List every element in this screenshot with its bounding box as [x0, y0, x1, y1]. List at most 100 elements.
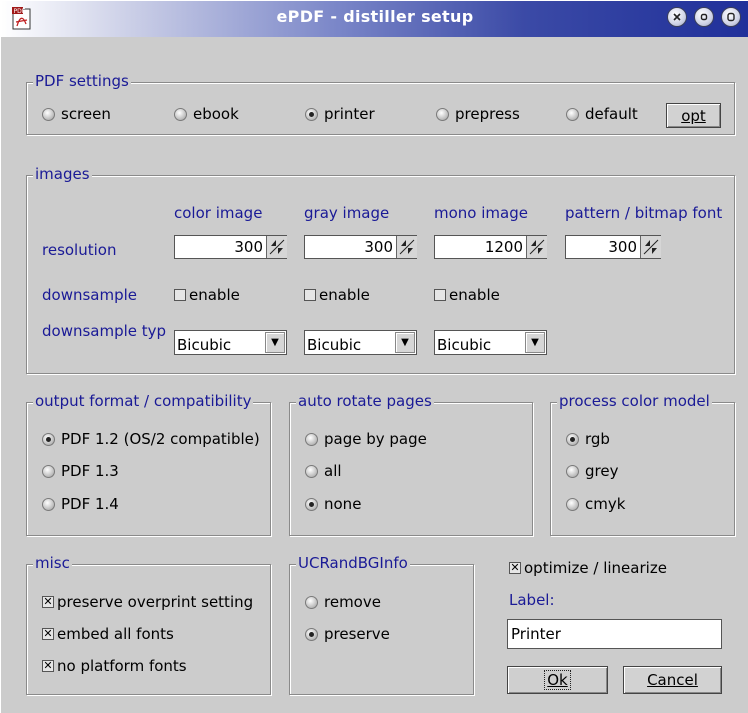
spin-arrows-icon[interactable]: [640, 236, 661, 258]
checkbox-checked-icon[interactable]: ✕: [42, 628, 54, 640]
auto-rotate-radio-page-by-page[interactable]: page by page: [305, 430, 427, 448]
ok-button[interactable]: Ok: [507, 666, 608, 694]
cancel-button[interactable]: Cancel: [623, 666, 722, 694]
radio-indicator[interactable]: [305, 432, 318, 446]
color-model-radio-grey[interactable]: grey: [566, 462, 618, 480]
checkbox-label: enable: [189, 286, 240, 304]
spin-arrows-icon[interactable]: [396, 236, 417, 258]
spin-value[interactable]: 300: [305, 238, 396, 256]
downsample-type-color-select[interactable]: Bicubic ▼: [174, 330, 287, 355]
downsample-type-mono-select[interactable]: Bicubic ▼: [434, 330, 547, 355]
ucr-radio-preserve[interactable]: preserve: [305, 625, 390, 643]
radio-indicator[interactable]: [305, 464, 318, 478]
color-model-radio-rgb[interactable]: rgb: [566, 430, 610, 448]
radio-label: printer: [324, 105, 375, 123]
column-header-pattern-bitmap-font: pattern / bitmap font: [565, 204, 723, 222]
radio-indicator[interactable]: [566, 107, 579, 121]
radio-indicator[interactable]: [566, 464, 579, 478]
output-format-radio-pdf12[interactable]: PDF 1.2 (OS/2 compatible): [42, 430, 260, 448]
output-format-radio-pdf13[interactable]: PDF 1.3: [42, 462, 119, 480]
dropdown-arrow-icon[interactable]: ▼: [395, 332, 415, 353]
radio-indicator[interactable]: [566, 432, 579, 446]
auto-rotate-radio-none[interactable]: none: [305, 495, 361, 513]
cancel-button-label: Cancel: [647, 671, 698, 689]
checkbox-checked-icon[interactable]: ✕: [42, 596, 54, 608]
radio-indicator[interactable]: [436, 107, 449, 121]
resolution-pattern-spinbox[interactable]: 300: [565, 235, 661, 259]
output-format-radio-pdf14[interactable]: PDF 1.4: [42, 495, 119, 513]
pdf-setting-radio-ebook[interactable]: ebook: [174, 105, 239, 123]
select-value: Bicubic: [307, 335, 362, 354]
spin-arrows-icon[interactable]: [526, 236, 547, 258]
radio-indicator[interactable]: [305, 497, 318, 511]
checkbox-checked-icon[interactable]: ✕: [509, 562, 521, 574]
color-model-legend: process color model: [557, 392, 712, 410]
resolution-label: resolution: [42, 241, 117, 259]
spin-value[interactable]: 300: [566, 238, 640, 256]
checkbox-label: optimize / linearize: [524, 559, 667, 577]
radio-label: grey: [585, 462, 619, 480]
ok-button-label: Ok: [544, 670, 571, 690]
title-bar[interactable]: PDF ePDF - distiller setup: [1, 1, 748, 37]
radio-label: prepress: [455, 105, 520, 123]
label-text-input[interactable]: Printer: [507, 619, 722, 649]
checkbox-indicator[interactable]: [174, 289, 186, 301]
pdf-setting-radio-default[interactable]: default: [566, 105, 638, 123]
radio-label: PDF 1.2 (OS/2 compatible): [61, 430, 260, 448]
radio-label: ebook: [193, 105, 239, 123]
radio-label: PDF 1.3: [61, 462, 119, 480]
radio-indicator[interactable]: [42, 497, 55, 511]
auto-rotate-radio-all[interactable]: all: [305, 462, 342, 480]
downsample-type-gray-select[interactable]: Bicubic ▼: [304, 330, 417, 355]
radio-indicator[interactable]: [174, 107, 187, 121]
checkbox-checked-icon[interactable]: ✕: [42, 660, 54, 672]
radio-indicator[interactable]: [42, 107, 55, 121]
pdf-setting-radio-printer[interactable]: printer: [305, 105, 375, 123]
minimize-icon[interactable]: [694, 7, 714, 27]
maximize-icon[interactable]: [721, 7, 741, 27]
window-title: ePDF - distiller setup: [276, 7, 474, 26]
radio-label: PDF 1.4: [61, 495, 119, 513]
optimize-linearize-checkbox[interactable]: ✕ optimize / linearize: [509, 559, 667, 577]
radio-indicator[interactable]: [566, 497, 579, 511]
radio-label: page by page: [324, 430, 427, 448]
color-model-radio-cmyk[interactable]: cmyk: [566, 495, 625, 513]
opt-button-label: opt: [681, 106, 706, 125]
radio-label: remove: [324, 593, 381, 611]
dropdown-arrow-icon[interactable]: ▼: [265, 332, 285, 353]
radio-indicator[interactable]: [305, 595, 318, 609]
distiller-setup-window: PDF ePDF - distiller setup PDF settings …: [0, 0, 748, 713]
checkbox-indicator[interactable]: [434, 289, 446, 301]
pdf-setting-radio-prepress[interactable]: prepress: [436, 105, 520, 123]
preserve-overprint-checkbox[interactable]: ✕ preserve overprint setting: [42, 593, 253, 611]
spin-value[interactable]: 1200: [435, 238, 526, 256]
resolution-mono-spinbox[interactable]: 1200: [434, 235, 547, 259]
label-field-label: Label:: [509, 591, 555, 609]
resolution-gray-spinbox[interactable]: 300: [304, 235, 417, 259]
downsample-color-checkbox[interactable]: enable: [174, 286, 240, 304]
checkbox-indicator[interactable]: [304, 289, 316, 301]
resolution-color-spinbox[interactable]: 300: [174, 235, 287, 259]
radio-indicator[interactable]: [305, 627, 318, 641]
radio-indicator[interactable]: [42, 464, 55, 478]
auto-rotate-legend: auto rotate pages: [296, 392, 434, 410]
ucr-legend: UCRandBGInfo: [296, 554, 410, 572]
pdf-setting-radio-screen[interactable]: screen: [42, 105, 111, 123]
spin-value[interactable]: 300: [175, 238, 266, 256]
downsample-gray-checkbox[interactable]: enable: [304, 286, 370, 304]
no-platform-fonts-checkbox[interactable]: ✕ no platform fonts: [42, 657, 187, 675]
close-icon[interactable]: [667, 7, 687, 27]
images-legend: images: [33, 165, 92, 183]
spin-arrows-icon[interactable]: [266, 236, 287, 258]
radio-indicator[interactable]: [305, 107, 318, 121]
downsample-mono-checkbox[interactable]: enable: [434, 286, 500, 304]
embed-all-fonts-checkbox[interactable]: ✕ embed all fonts: [42, 625, 174, 643]
radio-label: rgb: [585, 430, 610, 448]
opt-button[interactable]: opt: [666, 103, 721, 128]
radio-indicator[interactable]: [42, 432, 55, 446]
downsample-typ-label: downsample typ: [42, 322, 167, 340]
ucr-radio-remove[interactable]: remove: [305, 593, 381, 611]
dropdown-arrow-icon[interactable]: ▼: [525, 332, 545, 353]
column-header-color-image: color image: [174, 204, 263, 222]
checkbox-label: embed all fonts: [57, 625, 174, 643]
